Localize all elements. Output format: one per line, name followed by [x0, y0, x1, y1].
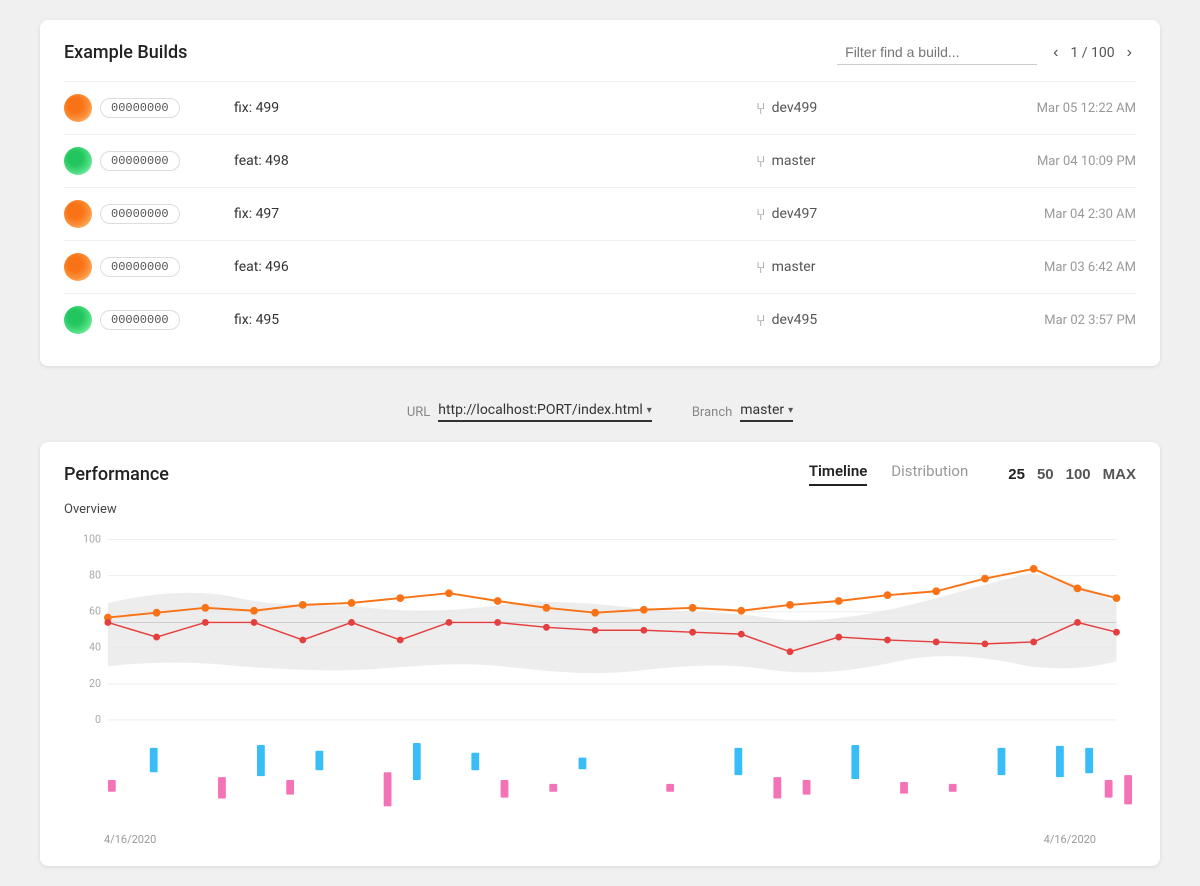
build-id-cell: 00000000: [64, 147, 234, 175]
count-25-button[interactable]: 25: [1008, 466, 1025, 483]
table-row[interactable]: 00000000 feat: 496 ⑂ master Mar 03 6:42 …: [64, 240, 1136, 293]
build-id-badge: 00000000: [100, 257, 180, 277]
url-branch-bar: URL http://localhost:PORT/index.html ▾ B…: [40, 390, 1160, 442]
builds-header: Example Builds ‹ 1 / 100 ›: [64, 40, 1136, 65]
chart-container: 100 80 60 40 20 0: [64, 525, 1136, 846]
branch-name: dev499: [772, 100, 818, 116]
url-section: URL http://localhost:PORT/index.html ▾: [407, 402, 652, 422]
build-id-badge: 00000000: [100, 151, 180, 171]
build-branch: ⑂ dev499: [756, 99, 956, 118]
count-100-button[interactable]: 100: [1066, 466, 1091, 483]
build-id-badge: 00000000: [100, 204, 180, 224]
count-max-button[interactable]: MAX: [1103, 466, 1136, 483]
avatar: [64, 147, 92, 175]
svg-text:20: 20: [89, 677, 101, 690]
svg-text:0: 0: [95, 713, 101, 726]
bar-chart-svg: [64, 743, 1136, 821]
build-branch: ⑂ master: [756, 152, 956, 171]
url-dropdown[interactable]: http://localhost:PORT/index.html ▾: [438, 402, 652, 422]
build-date: Mar 04 2:30 AM: [956, 207, 1136, 222]
avatar: [64, 94, 92, 122]
date-start: 4/16/2020: [104, 833, 156, 846]
tab-distribution[interactable]: Distribution: [891, 462, 968, 486]
build-name: fix: 497: [234, 206, 756, 222]
branch-value-text: master: [740, 402, 784, 418]
svg-text:40: 40: [89, 641, 101, 654]
build-name: fix: 495: [234, 312, 756, 328]
table-row[interactable]: 00000000 feat: 498 ⑂ master Mar 04 10:09…: [64, 134, 1136, 187]
url-label: URL: [407, 405, 430, 420]
prev-page-button[interactable]: ‹: [1049, 42, 1062, 64]
performance-card: Performance Timeline Distribution 25 50 …: [40, 442, 1160, 866]
performance-tabs: Timeline Distribution: [809, 462, 968, 486]
builds-list: 00000000 fix: 499 ⑂ dev499 Mar 05 12:22 …: [64, 81, 1136, 346]
count-50-button[interactable]: 50: [1037, 466, 1054, 483]
performance-header: Performance Timeline Distribution 25 50 …: [64, 462, 1136, 486]
branch-label: Branch: [692, 405, 732, 420]
svg-text:80: 80: [89, 569, 101, 582]
svg-text:60: 60: [89, 605, 101, 618]
avatar: [64, 306, 92, 334]
build-id-cell: 00000000: [64, 306, 234, 334]
branch-icon: ⑂: [756, 152, 766, 171]
branch-icon: ⑂: [756, 258, 766, 277]
branch-dropdown-arrow: ▾: [788, 405, 793, 416]
build-id-cell: 00000000: [64, 253, 234, 281]
branch-icon: ⑂: [756, 99, 766, 118]
tab-timeline[interactable]: Timeline: [809, 462, 867, 486]
branch-section: Branch master ▾: [692, 402, 793, 422]
pagination-display: 1 / 100: [1070, 45, 1114, 61]
branch-name: dev497: [772, 206, 818, 222]
branch-icon: ⑂: [756, 311, 766, 330]
build-name: fix: 499: [234, 100, 756, 116]
table-row[interactable]: 00000000 fix: 497 ⑂ dev497 Mar 04 2:30 A…: [64, 187, 1136, 240]
table-row[interactable]: 00000000 fix: 495 ⑂ dev495 Mar 02 3:57 P…: [64, 293, 1136, 346]
line-chart-svg: 100 80 60 40 20 0: [64, 525, 1136, 739]
overview-label: Overview: [64, 502, 1136, 517]
pagination: ‹ 1 / 100 ›: [1049, 42, 1136, 64]
branch-name: dev495: [772, 312, 818, 328]
build-branch: ⑂ dev495: [756, 311, 956, 330]
date-labels: 4/16/2020 4/16/2020: [64, 825, 1136, 846]
url-value-text: http://localhost:PORT/index.html: [438, 402, 643, 418]
date-end: 4/16/2020: [1044, 833, 1096, 846]
performance-title: Performance: [64, 464, 169, 485]
branch-name: master: [772, 153, 816, 169]
builds-header-right: ‹ 1 / 100 ›: [837, 40, 1136, 65]
url-dropdown-arrow: ▾: [647, 405, 652, 416]
branch-name: master: [772, 259, 816, 275]
build-id-badge: 00000000: [100, 310, 180, 330]
build-date: Mar 04 10:09 PM: [956, 154, 1136, 169]
build-id-cell: 00000000: [64, 200, 234, 228]
build-id-cell: 00000000: [64, 94, 234, 122]
builds-card: Example Builds ‹ 1 / 100 › 00000000 fix:…: [40, 20, 1160, 366]
build-id-badge: 00000000: [100, 98, 180, 118]
table-row[interactable]: 00000000 fix: 499 ⑂ dev499 Mar 05 12:22 …: [64, 81, 1136, 134]
branch-dropdown[interactable]: master ▾: [740, 402, 793, 422]
build-date: Mar 05 12:22 AM: [956, 101, 1136, 116]
filter-input[interactable]: [837, 40, 1037, 65]
build-name: feat: 496: [234, 259, 756, 275]
branch-icon: ⑂: [756, 205, 766, 224]
builds-title: Example Builds: [64, 42, 187, 63]
avatar: [64, 253, 92, 281]
build-date: Mar 03 6:42 AM: [956, 260, 1136, 275]
build-date: Mar 02 3:57 PM: [956, 313, 1136, 328]
svg-text:100: 100: [83, 533, 101, 546]
build-branch: ⑂ dev497: [756, 205, 956, 224]
next-page-button[interactable]: ›: [1123, 42, 1136, 64]
avatar: [64, 200, 92, 228]
build-branch: ⑂ master: [756, 258, 956, 277]
count-buttons: 25 50 100 MAX: [1008, 466, 1136, 483]
build-name: feat: 498: [234, 153, 756, 169]
